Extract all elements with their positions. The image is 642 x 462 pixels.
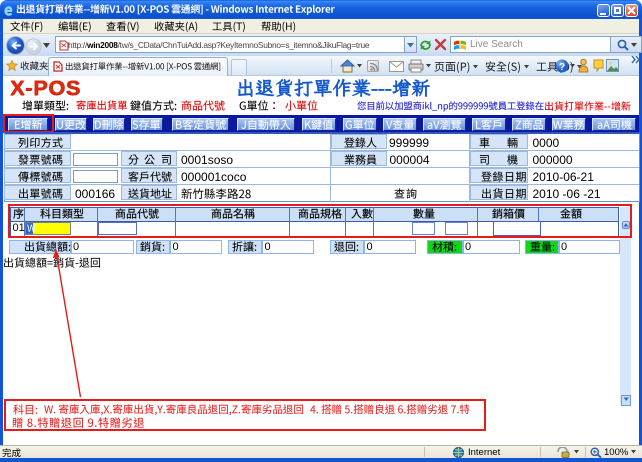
svg-text:?: ? (559, 62, 565, 73)
